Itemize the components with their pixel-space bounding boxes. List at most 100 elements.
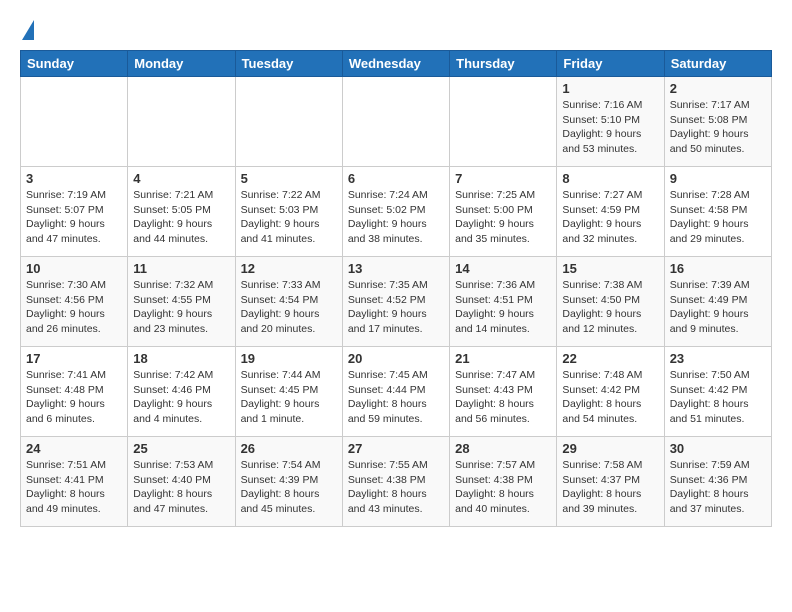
day-number: 21	[455, 351, 551, 366]
day-number: 15	[562, 261, 658, 276]
day-info: Sunrise: 7:44 AM Sunset: 4:45 PM Dayligh…	[241, 368, 337, 427]
day-cell	[21, 77, 128, 167]
week-row-2: 3 Sunrise: 7:19 AM Sunset: 5:07 PM Daylig…	[21, 167, 772, 257]
day-info: Sunrise: 7:51 AM Sunset: 4:41 PM Dayligh…	[26, 458, 122, 517]
day-cell: 26 Sunrise: 7:54 AM Sunset: 4:39 PM Dayli…	[235, 437, 342, 527]
day-cell: 11 Sunrise: 7:32 AM Sunset: 4:55 PM Dayli…	[128, 257, 235, 347]
col-tuesday: Tuesday	[235, 51, 342, 77]
calendar-table: Sunday Monday Tuesday Wednesday Thursday…	[20, 50, 772, 527]
day-number: 30	[670, 441, 766, 456]
day-cell: 13 Sunrise: 7:35 AM Sunset: 4:52 PM Dayli…	[342, 257, 449, 347]
day-number: 2	[670, 81, 766, 96]
day-cell: 4 Sunrise: 7:21 AM Sunset: 5:05 PM Daylig…	[128, 167, 235, 257]
day-number: 6	[348, 171, 444, 186]
day-cell: 15 Sunrise: 7:38 AM Sunset: 4:50 PM Dayli…	[557, 257, 664, 347]
day-number: 12	[241, 261, 337, 276]
day-info: Sunrise: 7:30 AM Sunset: 4:56 PM Dayligh…	[26, 278, 122, 337]
day-info: Sunrise: 7:57 AM Sunset: 4:38 PM Dayligh…	[455, 458, 551, 517]
logo	[20, 20, 34, 40]
day-info: Sunrise: 7:53 AM Sunset: 4:40 PM Dayligh…	[133, 458, 229, 517]
day-number: 11	[133, 261, 229, 276]
col-monday: Monday	[128, 51, 235, 77]
day-info: Sunrise: 7:24 AM Sunset: 5:02 PM Dayligh…	[348, 188, 444, 247]
header	[20, 20, 772, 40]
day-info: Sunrise: 7:45 AM Sunset: 4:44 PM Dayligh…	[348, 368, 444, 427]
day-cell	[342, 77, 449, 167]
day-info: Sunrise: 7:36 AM Sunset: 4:51 PM Dayligh…	[455, 278, 551, 337]
week-row-1: 1Sunrise: 7:16 AM Sunset: 5:10 PM Daylig…	[21, 77, 772, 167]
day-cell: 16 Sunrise: 7:39 AM Sunset: 4:49 PM Dayli…	[664, 257, 771, 347]
day-cell: 12 Sunrise: 7:33 AM Sunset: 4:54 PM Dayli…	[235, 257, 342, 347]
day-info: Sunrise: 7:54 AM Sunset: 4:39 PM Dayligh…	[241, 458, 337, 517]
day-cell: 3 Sunrise: 7:19 AM Sunset: 5:07 PM Daylig…	[21, 167, 128, 257]
day-cell: 8 Sunrise: 7:27 AM Sunset: 4:59 PM Daylig…	[557, 167, 664, 257]
day-info: Sunrise: 7:17 AM Sunset: 5:08 PM Dayligh…	[670, 98, 766, 157]
day-info: Sunrise: 7:33 AM Sunset: 4:54 PM Dayligh…	[241, 278, 337, 337]
day-number: 14	[455, 261, 551, 276]
day-cell: 25Sunrise: 7:53 AM Sunset: 4:40 PM Dayli…	[128, 437, 235, 527]
day-info: Sunrise: 7:16 AM Sunset: 5:10 PM Dayligh…	[562, 98, 658, 157]
day-cell: 20Sunrise: 7:45 AM Sunset: 4:44 PM Dayli…	[342, 347, 449, 437]
week-row-4: 17 Sunrise: 7:41 AM Sunset: 4:48 PM Dayli…	[21, 347, 772, 437]
day-info: Sunrise: 7:38 AM Sunset: 4:50 PM Dayligh…	[562, 278, 658, 337]
col-thursday: Thursday	[450, 51, 557, 77]
logo-triangle-icon	[22, 20, 34, 40]
col-friday: Friday	[557, 51, 664, 77]
day-info: Sunrise: 7:25 AM Sunset: 5:00 PM Dayligh…	[455, 188, 551, 247]
day-number: 3	[26, 171, 122, 186]
day-number: 8	[562, 171, 658, 186]
col-saturday: Saturday	[664, 51, 771, 77]
day-info: Sunrise: 7:28 AM Sunset: 4:58 PM Dayligh…	[670, 188, 766, 247]
day-number: 17	[26, 351, 122, 366]
header-row: Sunday Monday Tuesday Wednesday Thursday…	[21, 51, 772, 77]
day-cell: 22 Sunrise: 7:48 AM Sunset: 4:42 PM Dayli…	[557, 347, 664, 437]
day-number: 7	[455, 171, 551, 186]
day-cell: 9Sunrise: 7:28 AM Sunset: 4:58 PM Daylig…	[664, 167, 771, 257]
day-cell: 30 Sunrise: 7:59 AM Sunset: 4:36 PM Dayli…	[664, 437, 771, 527]
day-number: 22	[562, 351, 658, 366]
day-info: Sunrise: 7:50 AM Sunset: 4:42 PM Dayligh…	[670, 368, 766, 427]
day-info: Sunrise: 7:48 AM Sunset: 4:42 PM Dayligh…	[562, 368, 658, 427]
day-cell	[235, 77, 342, 167]
day-cell: 17 Sunrise: 7:41 AM Sunset: 4:48 PM Dayli…	[21, 347, 128, 437]
day-cell: 18 Sunrise: 7:42 AM Sunset: 4:46 PM Dayli…	[128, 347, 235, 437]
day-number: 13	[348, 261, 444, 276]
day-cell: 6 Sunrise: 7:24 AM Sunset: 5:02 PM Daylig…	[342, 167, 449, 257]
day-info: Sunrise: 7:27 AM Sunset: 4:59 PM Dayligh…	[562, 188, 658, 247]
day-info: Sunrise: 7:19 AM Sunset: 5:07 PM Dayligh…	[26, 188, 122, 247]
day-cell: 1Sunrise: 7:16 AM Sunset: 5:10 PM Daylig…	[557, 77, 664, 167]
day-cell: 27Sunrise: 7:55 AM Sunset: 4:38 PM Dayli…	[342, 437, 449, 527]
day-info: Sunrise: 7:41 AM Sunset: 4:48 PM Dayligh…	[26, 368, 122, 427]
day-number: 16	[670, 261, 766, 276]
day-number: 19	[241, 351, 337, 366]
day-info: Sunrise: 7:32 AM Sunset: 4:55 PM Dayligh…	[133, 278, 229, 337]
calendar-body: 1Sunrise: 7:16 AM Sunset: 5:10 PM Daylig…	[21, 77, 772, 527]
day-number: 5	[241, 171, 337, 186]
day-number: 10	[26, 261, 122, 276]
day-number: 28	[455, 441, 551, 456]
week-row-5: 24Sunrise: 7:51 AM Sunset: 4:41 PM Dayli…	[21, 437, 772, 527]
day-info: Sunrise: 7:59 AM Sunset: 4:36 PM Dayligh…	[670, 458, 766, 517]
day-cell	[450, 77, 557, 167]
day-info: Sunrise: 7:42 AM Sunset: 4:46 PM Dayligh…	[133, 368, 229, 427]
day-cell: 28 Sunrise: 7:57 AM Sunset: 4:38 PM Dayli…	[450, 437, 557, 527]
week-row-3: 10 Sunrise: 7:30 AM Sunset: 4:56 PM Dayli…	[21, 257, 772, 347]
day-cell: 7 Sunrise: 7:25 AM Sunset: 5:00 PM Daylig…	[450, 167, 557, 257]
day-number: 4	[133, 171, 229, 186]
day-number: 26	[241, 441, 337, 456]
day-info: Sunrise: 7:39 AM Sunset: 4:49 PM Dayligh…	[670, 278, 766, 337]
day-cell: 24Sunrise: 7:51 AM Sunset: 4:41 PM Dayli…	[21, 437, 128, 527]
day-info: Sunrise: 7:47 AM Sunset: 4:43 PM Dayligh…	[455, 368, 551, 427]
day-info: Sunrise: 7:21 AM Sunset: 5:05 PM Dayligh…	[133, 188, 229, 247]
day-cell: 14 Sunrise: 7:36 AM Sunset: 4:51 PM Dayli…	[450, 257, 557, 347]
col-wednesday: Wednesday	[342, 51, 449, 77]
day-cell: 19 Sunrise: 7:44 AM Sunset: 4:45 PM Dayli…	[235, 347, 342, 437]
day-info: Sunrise: 7:35 AM Sunset: 4:52 PM Dayligh…	[348, 278, 444, 337]
day-number: 29	[562, 441, 658, 456]
day-cell: 5 Sunrise: 7:22 AM Sunset: 5:03 PM Daylig…	[235, 167, 342, 257]
day-number: 27	[348, 441, 444, 456]
day-info: Sunrise: 7:22 AM Sunset: 5:03 PM Dayligh…	[241, 188, 337, 247]
col-sunday: Sunday	[21, 51, 128, 77]
logo-text	[20, 20, 34, 40]
day-number: 18	[133, 351, 229, 366]
